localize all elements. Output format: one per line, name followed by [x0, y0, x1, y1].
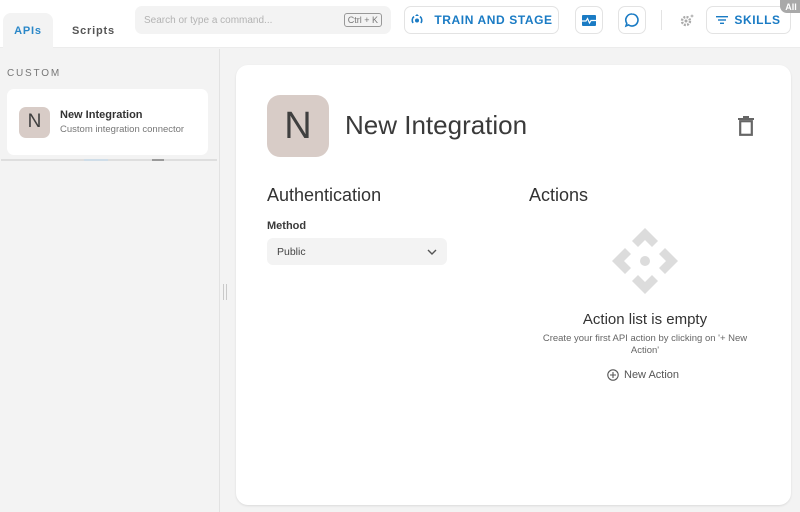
sidebar: CUSTOM N New Integration Custom integrat… — [0, 49, 220, 512]
method-select[interactable]: Public — [267, 238, 447, 265]
section-label-custom: CUSTOM — [7, 68, 61, 79]
integration-detail-panel: N New Integration Authentication Method … — [236, 65, 791, 505]
integration-avatar: N — [19, 106, 50, 138]
command-search[interactable]: Ctrl + K — [135, 6, 391, 34]
chat-bubble-icon — [624, 13, 639, 28]
new-action-button[interactable]: New Action — [607, 369, 679, 381]
skills-label: SKILLS — [734, 13, 781, 27]
filter-icon — [716, 16, 729, 24]
actions-heading: Actions — [529, 185, 589, 205]
chevron-down-icon — [427, 249, 437, 255]
trash-icon[interactable] — [737, 115, 755, 137]
monitor-button[interactable] — [575, 6, 603, 34]
tab-scripts[interactable]: Scripts — [60, 13, 127, 48]
empty-actions-icon — [612, 228, 678, 294]
shortcut-hint: Ctrl + K — [343, 13, 382, 27]
integration-avatar-large: N — [267, 95, 329, 157]
gear-icon[interactable] — [679, 12, 695, 28]
skills-button[interactable]: SKILLS — [706, 6, 791, 34]
toolbar-divider — [661, 10, 662, 30]
integration-name: New Integration — [345, 110, 528, 140]
chat-button[interactable] — [618, 6, 646, 34]
panel-resize-handle[interactable] — [223, 284, 229, 300]
method-label: Method — [267, 220, 307, 232]
monitor-icon — [582, 14, 596, 26]
integration-list-item[interactable]: N New Integration Custom integration con… — [7, 89, 208, 155]
tab-apis[interactable]: APIs — [3, 13, 53, 48]
skills-filter-badge: All — [780, 0, 800, 13]
method-value: Public — [277, 245, 306, 258]
empty-state-description: Create your first API action by clicking… — [542, 333, 748, 356]
train-and-stage-button[interactable]: TRAIN AND STAGE — [404, 6, 559, 34]
search-input[interactable] — [144, 14, 344, 26]
top-bar: APIs Scripts Ctrl + K TRAIN AND STAGE — [0, 0, 800, 48]
plus-circle-icon — [607, 369, 619, 381]
integration-subtitle: Custom integration connector — [60, 124, 185, 135]
sidebar-scrollbar[interactable] — [1, 159, 217, 161]
train-and-stage-label: TRAIN AND STAGE — [434, 13, 553, 27]
new-action-label: New Action — [624, 369, 680, 381]
empty-state-title: Action list is empty — [582, 311, 708, 328]
authentication-heading: Authentication — [267, 185, 382, 205]
integration-title: New Integration — [60, 109, 143, 121]
train-stage-icon — [411, 14, 423, 24]
